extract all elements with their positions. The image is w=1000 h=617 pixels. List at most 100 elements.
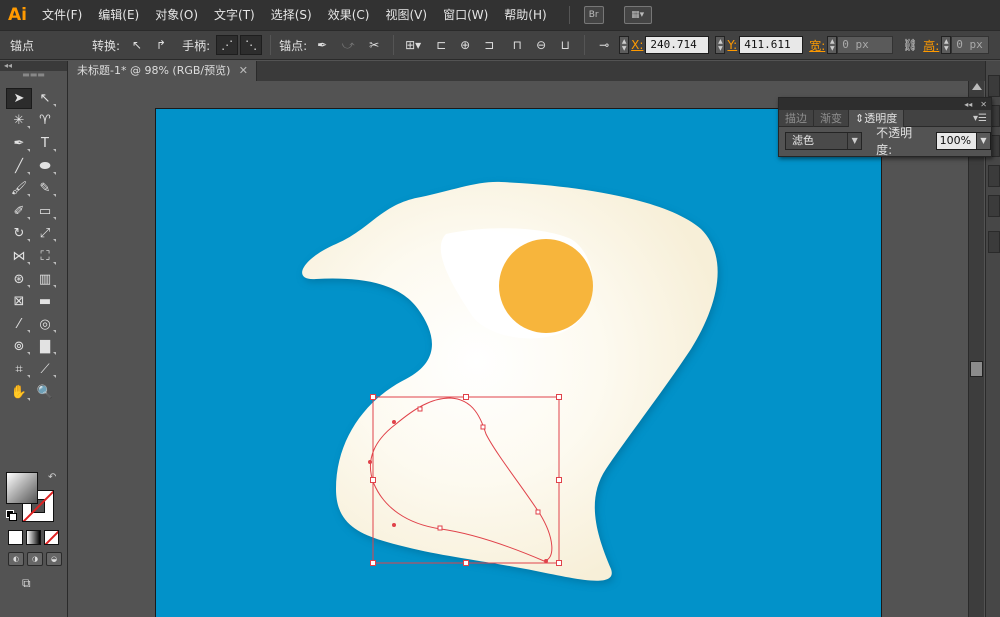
anchor-point[interactable]: [480, 424, 486, 430]
align-menu-icon[interactable]: ⊞▾: [402, 35, 424, 55]
scroll-thumb[interactable]: [970, 361, 983, 377]
direction-handle[interactable]: [392, 523, 396, 527]
height-field[interactable]: 0 px: [951, 36, 990, 54]
vertical-scrollbar[interactable]: [968, 81, 984, 617]
width-field[interactable]: 0 px: [837, 36, 894, 54]
menu-object[interactable]: 对象(O): [147, 0, 206, 30]
align-top-icon[interactable]: ⊓: [506, 35, 528, 55]
dock-panel-icon[interactable]: [988, 231, 1000, 253]
direction-handle[interactable]: [544, 559, 548, 563]
bbox-handle[interactable]: [463, 560, 469, 566]
tab-gradient[interactable]: 渐变: [814, 110, 849, 127]
menu-help[interactable]: 帮助(H): [496, 0, 554, 30]
bbox-handle[interactable]: [556, 477, 562, 483]
draw-normal-icon[interactable]: ◐: [8, 552, 24, 566]
hide-handles-icon[interactable]: ⋱: [240, 35, 263, 55]
menu-window[interactable]: 窗口(W): [435, 0, 496, 30]
scroll-up-icon[interactable]: [972, 83, 982, 90]
scale-tool-icon[interactable]: ⤢: [32, 223, 58, 244]
direction-handle[interactable]: [368, 460, 372, 464]
blend-tool-icon[interactable]: ◎: [32, 314, 58, 335]
selection-tool-icon[interactable]: ➤: [6, 87, 32, 109]
y-field[interactable]: 411.611: [739, 36, 804, 54]
link-proportions-icon[interactable]: ⛓: [899, 35, 921, 55]
screen-mode-icon[interactable]: ⧉: [22, 576, 42, 592]
connect-anchor-icon[interactable]: ⤻: [337, 35, 359, 55]
zoom-tool-icon[interactable]: 🔍: [32, 382, 58, 403]
menu-file[interactable]: 文件(F): [36, 0, 90, 30]
yolk-circle[interactable]: [499, 239, 593, 333]
align-right-icon[interactable]: ⊐: [478, 35, 500, 55]
blob-brush-tool-icon[interactable]: ✐: [6, 201, 32, 222]
gradient-tool-icon[interactable]: ▬: [32, 291, 58, 312]
menu-view[interactable]: 视图(V): [377, 0, 435, 30]
align-left-icon[interactable]: ⊏: [430, 35, 452, 55]
mesh-tool-icon[interactable]: ⊠: [6, 291, 32, 312]
artboard-tool-icon[interactable]: ⌗: [6, 359, 32, 380]
direction-handle[interactable]: [392, 420, 396, 424]
close-tab-icon[interactable]: ✕: [239, 61, 248, 81]
slice-tool-icon[interactable]: ⟋: [32, 359, 58, 380]
x-field[interactable]: 240.714: [645, 36, 710, 54]
eyedropper-tool-icon[interactable]: ⁄: [6, 314, 32, 335]
height-spinner[interactable]: ▲ ▼: [941, 36, 952, 54]
bbox-handle[interactable]: [370, 477, 376, 483]
convert-smooth-icon[interactable]: ↱: [150, 35, 172, 55]
menu-select[interactable]: 选择(S): [263, 0, 320, 30]
chevron-down-icon[interactable]: ▼: [976, 133, 990, 149]
bbox-handle[interactable]: [370, 394, 376, 400]
pencil-tool-icon[interactable]: ✎: [32, 178, 58, 199]
bbox-handle[interactable]: [463, 394, 469, 400]
menu-type[interactable]: 文字(T): [206, 0, 263, 30]
swap-fill-stroke-icon[interactable]: ↶: [48, 472, 56, 483]
opacity-field[interactable]: 100% ▼: [935, 132, 991, 150]
dock-panel-icon[interactable]: [988, 195, 1000, 217]
anchor-point[interactable]: [535, 509, 541, 515]
align-hcenter-icon[interactable]: ⊕: [454, 35, 476, 55]
color-mode-icon[interactable]: [8, 530, 23, 545]
panel-collapse-icon[interactable]: ◂◂: [964, 100, 972, 109]
default-colors-icon[interactable]: [6, 510, 17, 521]
align-bottom-icon[interactable]: ⊔: [554, 35, 576, 55]
fill-swatch[interactable]: [6, 472, 38, 504]
bbox-handle[interactable]: [370, 560, 376, 566]
draw-inside-icon[interactable]: ◒: [46, 552, 62, 566]
artboard[interactable]: [155, 108, 882, 617]
bbox-handle[interactable]: [556, 560, 562, 566]
line-tool-icon[interactable]: ╱: [6, 156, 32, 177]
free-transform-tool-icon[interactable]: ⛶: [32, 246, 58, 267]
gradient-mode-icon[interactable]: [26, 530, 41, 545]
blend-mode-select[interactable]: 滤色 ▼: [785, 132, 863, 150]
hand-tool-icon[interactable]: ✋: [6, 382, 32, 403]
dock-panel-icon[interactable]: [988, 165, 1000, 187]
draw-behind-icon[interactable]: ◑: [27, 552, 43, 566]
x-spinner[interactable]: ▲ ▼: [619, 36, 630, 54]
remove-anchor-icon[interactable]: ✒: [311, 35, 333, 55]
pen-tool-icon[interactable]: ✒: [6, 133, 32, 154]
tab-transparency[interactable]: ⇕透明度: [849, 110, 905, 127]
panel-menu-icon[interactable]: ▾☰: [973, 110, 987, 127]
reference-point-icon[interactable]: ⊸: [593, 35, 615, 55]
workspace-switcher-icon[interactable]: ▦▾: [623, 6, 652, 24]
convert-corner-icon[interactable]: ↖: [126, 35, 148, 55]
symbol-sprayer-tool-icon[interactable]: ⊚: [6, 336, 32, 357]
show-handles-icon[interactable]: ⋰: [216, 35, 239, 55]
anchor-point[interactable]: [417, 406, 423, 412]
canvas-workspace[interactable]: [69, 81, 968, 617]
width-tool-icon[interactable]: ⋈: [6, 246, 32, 267]
paintbrush-tool-icon[interactable]: 🖌: [6, 178, 32, 199]
cut-path-icon[interactable]: ✂: [363, 35, 385, 55]
shape-builder-tool-icon[interactable]: ⊛: [6, 269, 32, 290]
panel-close-icon[interactable]: ✕: [980, 100, 987, 109]
perspective-grid-tool-icon[interactable]: ▥: [32, 269, 58, 290]
lasso-tool-icon[interactable]: ♈: [32, 110, 58, 131]
bbox-handle[interactable]: [556, 394, 562, 400]
direct-selection-tool-icon[interactable]: ↖: [32, 88, 58, 109]
dock-panel-icon[interactable]: [988, 75, 1000, 97]
type-tool-icon[interactable]: T: [32, 133, 58, 154]
none-mode-icon[interactable]: [44, 530, 59, 545]
width-spinner[interactable]: ▲ ▼: [827, 36, 838, 54]
anchor-point[interactable]: [437, 525, 443, 531]
column-graph-tool-icon[interactable]: ▇: [32, 336, 58, 357]
tab-stroke[interactable]: 描边: [779, 110, 814, 127]
